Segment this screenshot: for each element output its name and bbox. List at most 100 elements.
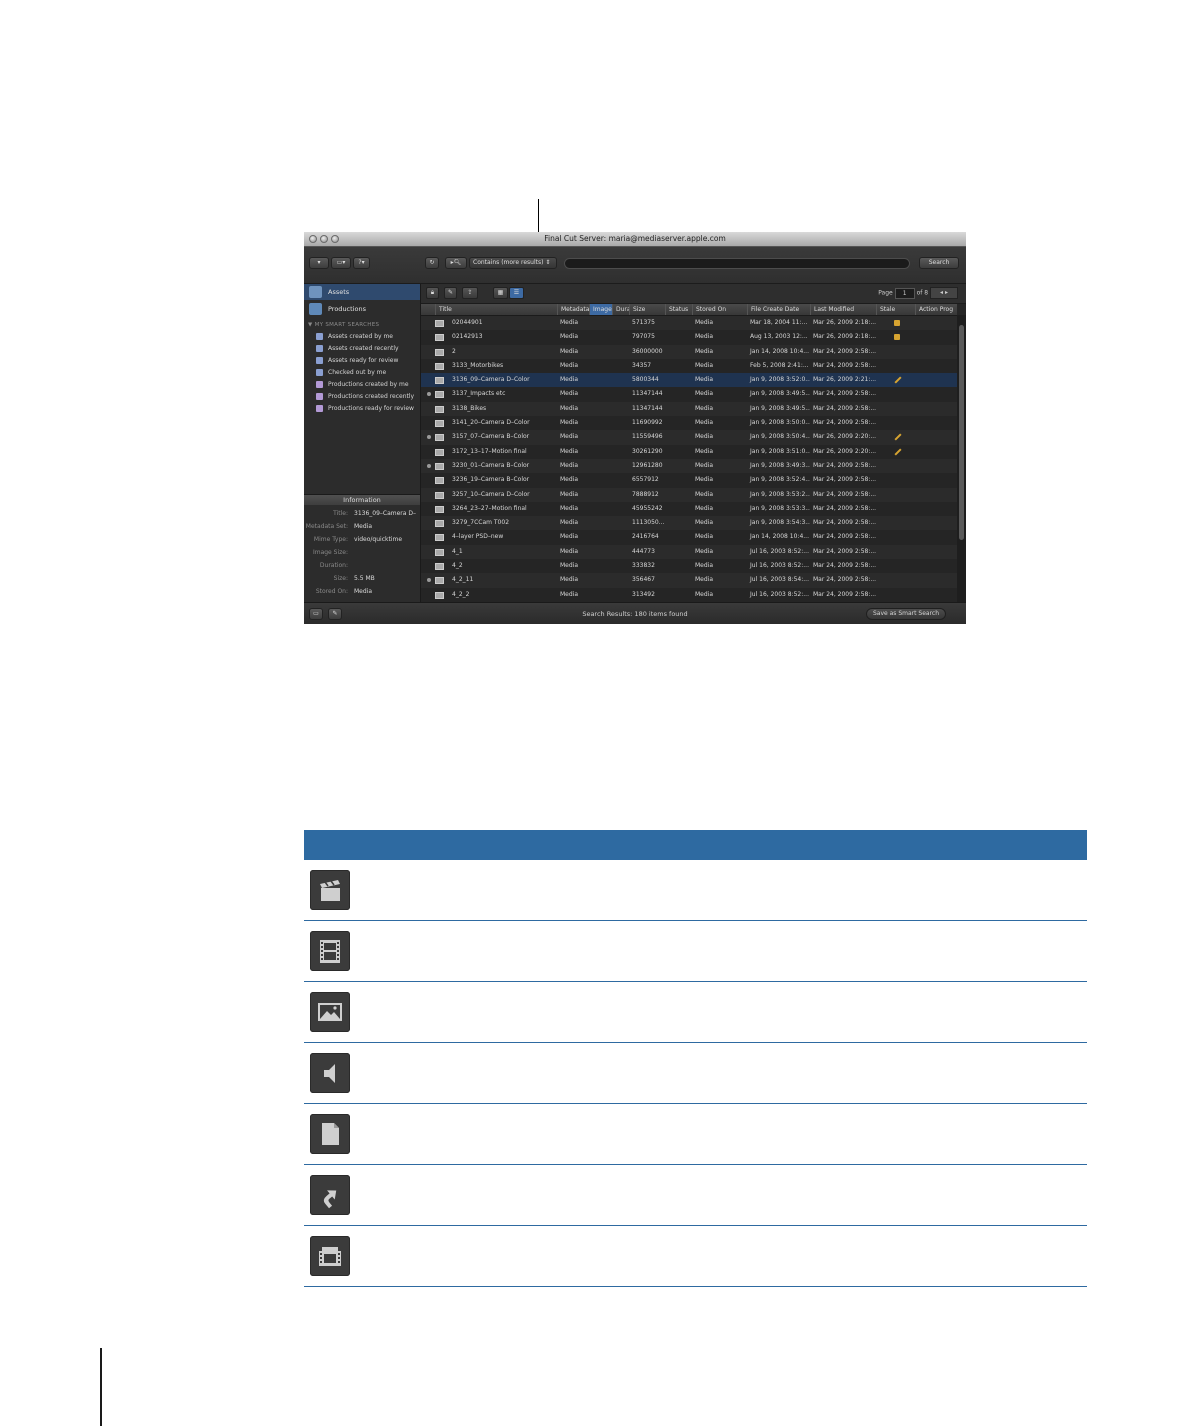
smart-search-item[interactable]: Assets created by me [316, 331, 393, 342]
table-row[interactable]: 3133_Motorbikes Media 34357 Media Feb 5, 200… [421, 358, 957, 374]
cell-size: 12961280 [632, 461, 663, 469]
sidebar-item-label: Productions [328, 305, 366, 313]
user-menu-button[interactable]: ▾ [309, 257, 329, 269]
save-smart-search-button[interactable]: Save as Smart Search [866, 608, 946, 620]
cell-modified: Mar 26, 2009 2:20:... [813, 447, 876, 455]
table-row[interactable]: 3136_09–Camera D–Color Media 5800344 Media J… [421, 373, 957, 388]
smart-search-icon [316, 369, 323, 376]
film-bundle-icon [310, 1236, 350, 1276]
smart-searches-header[interactable]: ▼ MY SMART SEARCHES [308, 322, 379, 328]
smart-search-item[interactable]: Assets created recently [316, 343, 399, 354]
table-row[interactable]: 3138_Bikes Media 11347144 Media Jan 9, 2008 … [421, 401, 957, 417]
cell-stored: Media [695, 490, 714, 498]
sidebar-item-assets[interactable]: Assets [304, 284, 420, 300]
smart-search-icon [316, 345, 323, 352]
asset-type-icon [435, 534, 444, 542]
scroll-thumb[interactable] [959, 325, 964, 540]
cell-metadata: Media [560, 376, 579, 384]
column-header[interactable]: File Create Date [747, 304, 810, 315]
sidebar-item-productions[interactable]: Productions [304, 301, 420, 317]
cell-modified: Mar 24, 2009 2:58:... [813, 533, 876, 541]
table-row[interactable]: 2 Media 36000000 Media Jan 14, 2008 10:4... M… [421, 344, 957, 359]
table-row[interactable]: 3141_20–Camera D–Color Media 11690992 Media… [421, 416, 957, 431]
cell-stored: Media [695, 319, 714, 326]
column-header[interactable]: Dura [612, 304, 629, 315]
smart-search-item[interactable]: Checked out by me [316, 367, 386, 378]
info-row: Title: 3136_09–Camera D– [304, 507, 420, 520]
search-mode-select[interactable]: Contains (more results) ⇕ [469, 257, 557, 269]
cell-modified: Mar 24, 2009 2:58:... [813, 504, 876, 512]
table-row[interactable]: 3279_7CCam T002 Media 1113050... Media Jan 9… [421, 516, 957, 531]
asset-type-icon [435, 548, 444, 556]
cell-metadata: Media [560, 533, 579, 541]
search-input[interactable] [564, 258, 910, 269]
info-row: Metadata Set: Media [304, 520, 420, 533]
cell-size: 34357 [632, 361, 652, 369]
cell-metadata: Media [560, 461, 579, 469]
column-header[interactable]: Size [629, 304, 665, 315]
help-menu-button[interactable]: ?▾ [353, 257, 370, 269]
window-title: Final Cut Server: maria@mediaserver.appl… [544, 234, 726, 243]
list-view-button[interactable]: ☰ [509, 287, 524, 299]
table-row[interactable]: 4_2 Media 333832 Media Jul 16, 2003 8:52:...… [421, 559, 957, 574]
page-nav-buttons[interactable]: ◂ ▸ [930, 287, 958, 299]
status-bar: ▭ ✎ Search Results: 180 items found Save… [304, 602, 966, 624]
column-header[interactable]: Metadata [557, 304, 589, 315]
smart-search-label: Assets ready for review [328, 357, 399, 364]
smart-search-item[interactable]: Productions ready for review [316, 403, 414, 414]
cell-stored: Media [695, 562, 714, 570]
column-header[interactable]: Stale [876, 304, 915, 315]
cell-modified: Mar 24, 2009 2:58:... [813, 347, 876, 355]
thumbnail-view-button[interactable]: ▦ [493, 287, 508, 299]
column-header[interactable]: Stored On [692, 304, 747, 315]
smart-search-item[interactable]: Productions created by me [316, 379, 409, 390]
cell-metadata: Media [560, 562, 579, 570]
refresh-button[interactable]: ↻ [425, 257, 439, 269]
lock-icon[interactable]: 🔒︎ [426, 287, 439, 299]
cell-stored: Media [695, 533, 714, 541]
search-options-button[interactable]: ▸🔍︎ [445, 257, 467, 269]
cell-size: 356467 [632, 576, 655, 584]
cell-title: 4_2 [452, 562, 463, 570]
table-row[interactable]: 4_2_11 Media 356467 Media Jul 16, 2003 8:54:… [421, 573, 957, 588]
table-row[interactable]: 02142913 Media 797075 Media Aug 13, 2003 12:… [421, 330, 957, 345]
table-row[interactable]: 3157_07–Camera B–Color Media 11559496 Media… [421, 430, 957, 445]
productions-icon [309, 303, 322, 315]
upload-icon[interactable]: ⇪ [462, 287, 478, 299]
cell-title: 3141_20–Camera D–Color [452, 419, 530, 427]
table-row[interactable]: 3264_23–27–Motion final Media 45955242 Medi… [421, 501, 957, 517]
table-row[interactable]: 3137_Impacts etc Media 11347144 Media Jan 9,… [421, 387, 957, 402]
edit-wand-icon[interactable]: ✎ [444, 287, 457, 299]
asset-type-icon [435, 563, 444, 571]
table-row[interactable]: 4_2_2 Media 313492 Media Jul 16, 2003 8:52:.… [421, 587, 957, 602]
table-header: TitleMetadataImageDuraSizeStatusStored O… [421, 304, 957, 316]
table-row[interactable]: 3172_13–17–Motion final Media 30261290 Medi… [421, 444, 957, 459]
cell-modified: Mar 24, 2009 2:58:... [813, 404, 876, 412]
search-button[interactable]: Search [919, 257, 959, 269]
column-header[interactable]: Last Modified [810, 304, 876, 315]
cell-metadata: Media [560, 333, 579, 341]
smart-search-item[interactable]: Assets ready for review [316, 355, 398, 366]
column-header[interactable]: Image [589, 304, 612, 315]
table-row[interactable]: 02044901 Media 571375 Media Mar 18, 2004 11:… [421, 316, 957, 331]
page-stepper[interactable]: 1 [894, 287, 915, 299]
cell-modified: Mar 24, 2009 2:58:... [813, 476, 876, 484]
table-row[interactable]: 4–layer PSD–new Media 2416764 Media Jan 14, … [421, 530, 957, 545]
cell-size: 1113050... [632, 519, 665, 527]
vertical-scrollbar[interactable] [957, 315, 966, 602]
column-header[interactable]: Title [435, 304, 557, 315]
table-row[interactable]: 4_1 Media 444773 Media Jul 16, 2003 8:52:...… [421, 544, 957, 560]
column-header[interactable]: Status [665, 304, 692, 315]
table-row[interactable]: 3230_01–Camera B–Color Media 12961280 Media… [421, 458, 957, 474]
cell-title: 3279_7CCam T002 [452, 519, 510, 527]
table-row[interactable]: 3236_19–Camera B–Color Media 6557912 Media J… [421, 473, 957, 488]
view-menu-button[interactable]: ▭▾ [331, 257, 351, 269]
cell-created: Jan 9, 2008 3:50:4... [750, 433, 810, 441]
column-header[interactable]: Action Prog [915, 304, 957, 315]
cell-size: 313492 [632, 590, 655, 598]
table-row[interactable]: 3257_10–Camera D–Color Media 7888912 Media J… [421, 487, 957, 502]
smart-search-item[interactable]: Productions created recently [316, 391, 414, 402]
cell-stored: Media [695, 347, 714, 355]
results-table: TitleMetadataImageDuraSizeStatusStored O… [421, 304, 957, 602]
cell-metadata: Media [560, 447, 579, 455]
